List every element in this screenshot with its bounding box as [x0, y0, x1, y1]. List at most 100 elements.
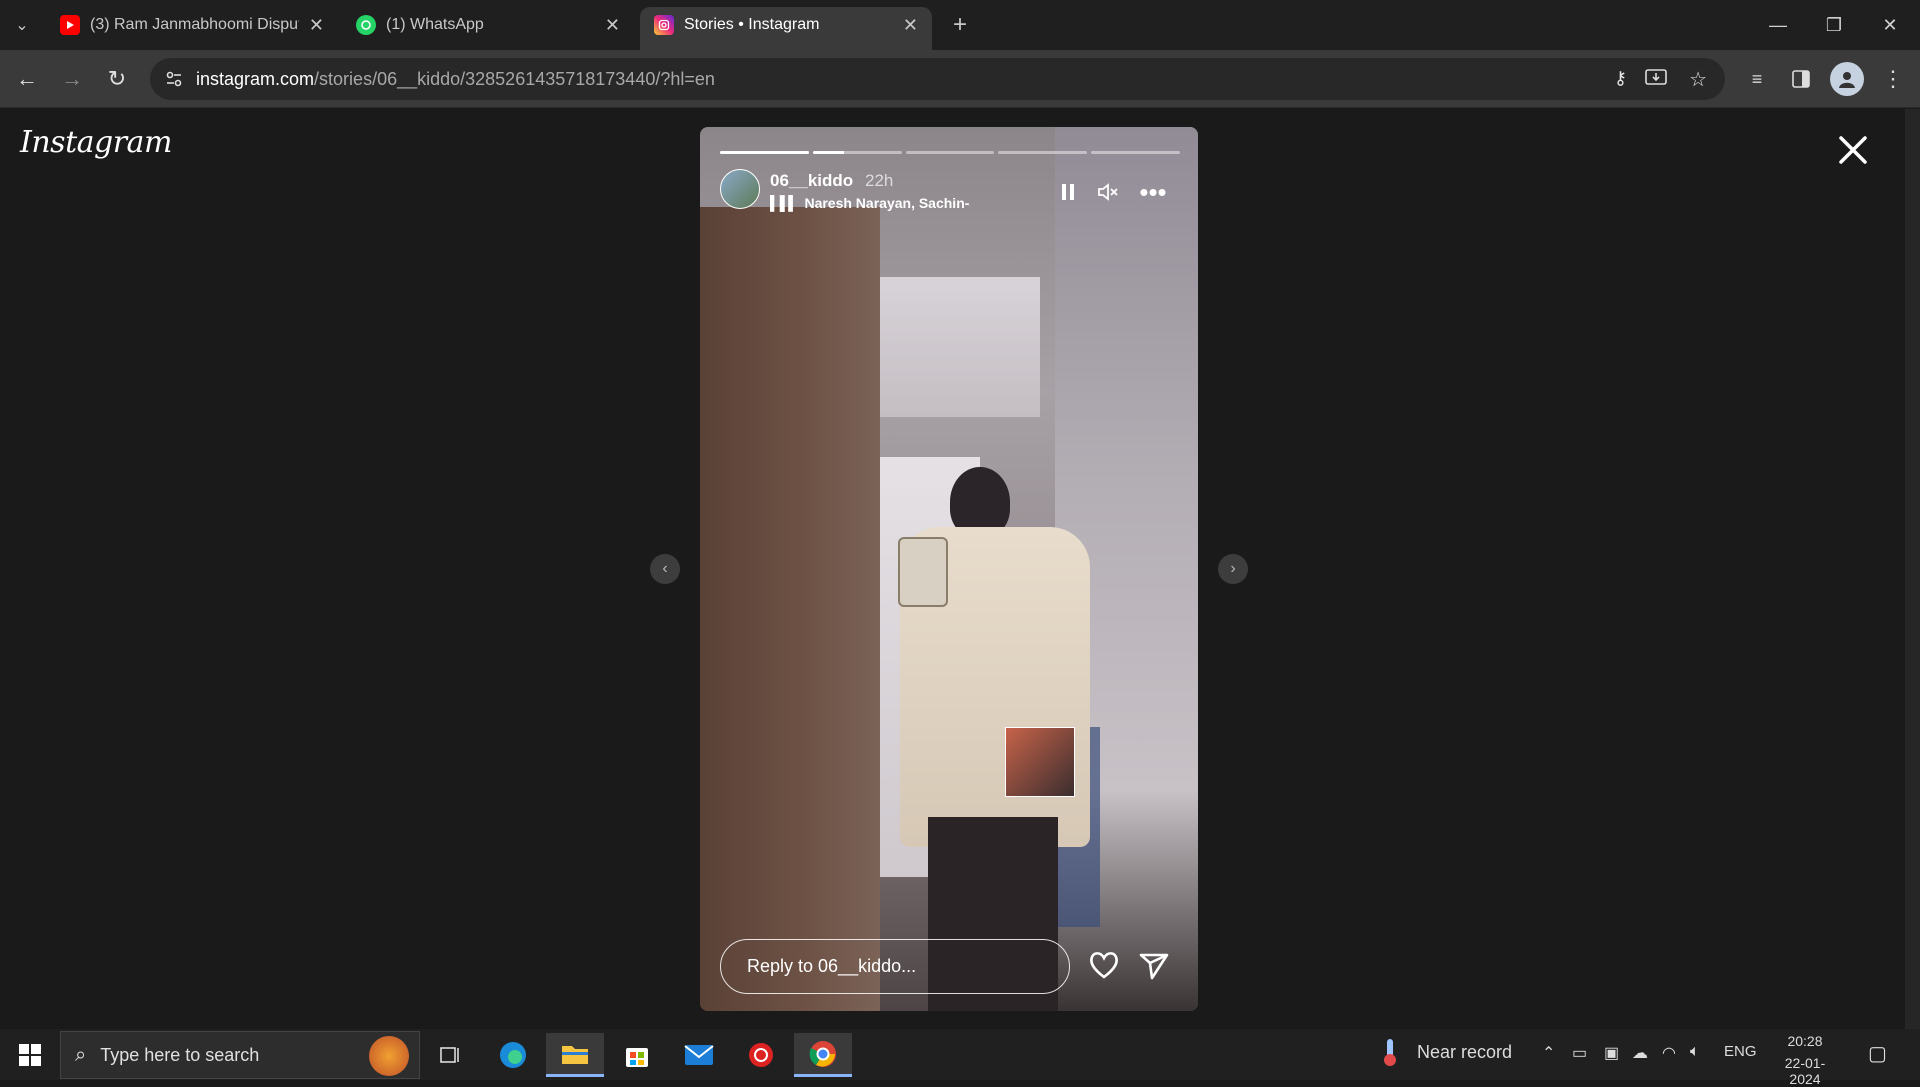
profile-avatar[interactable]: [1830, 62, 1864, 96]
story-time: 22h: [865, 171, 894, 190]
chevron-left-icon: ‹: [662, 560, 668, 577]
restore-button[interactable]: ❐: [1806, 0, 1862, 50]
story-image: [700, 127, 1198, 1011]
avatar[interactable]: [720, 169, 760, 209]
clock-time: 20:28: [1787, 1033, 1823, 1049]
search-highlight-icon: [369, 1036, 409, 1076]
folder-icon: [562, 1045, 588, 1064]
story-username[interactable]: 06__kiddo: [770, 171, 853, 191]
key-icon[interactable]: ⚷: [1614, 68, 1627, 89]
back-button[interactable]: ←: [10, 62, 44, 96]
reload-icon: ↻: [107, 66, 127, 91]
new-tab-button[interactable]: +: [940, 7, 980, 43]
tab-youtube[interactable]: (3) Ram Janmabhoomi Dispute: ✕: [46, 7, 338, 43]
story-progress-segment: [905, 151, 995, 154]
media-control-icon[interactable]: ≡: [1742, 64, 1772, 94]
taskbar-edge[interactable]: [484, 1033, 542, 1077]
like-heart-icon[interactable]: [1086, 947, 1122, 983]
chevron-up-icon[interactable]: ⌃: [1542, 1043, 1555, 1063]
story-music-info[interactable]: ▍▌▍ Naresh Narayan, Sachin-Jigar, Amitabh: [770, 195, 970, 212]
plus-icon: +: [953, 11, 968, 38]
taskbar-search[interactable]: ⌕ Type here to search: [60, 1031, 420, 1079]
chrome-icon: [809, 1040, 836, 1067]
more-options-icon: •••: [1139, 176, 1167, 207]
close-icon: ✕: [1882, 14, 1898, 35]
meet-now-icon[interactable]: ▣: [1604, 1043, 1619, 1063]
taskbar-file-explorer[interactable]: [546, 1033, 604, 1077]
story-progress-segment: [720, 151, 809, 154]
taskbar-chrome[interactable]: [794, 1033, 852, 1077]
search-icon: ⌕: [75, 1043, 87, 1066]
tab-instagram[interactable]: Stories • Instagram ✕: [640, 7, 932, 50]
wifi-icon[interactable]: ◠: [1662, 1043, 1676, 1063]
start-button[interactable]: [2, 1033, 58, 1077]
tab-whatsapp[interactable]: (1) WhatsApp ✕: [342, 7, 634, 43]
pause-button[interactable]: [1053, 177, 1083, 207]
windows-logo-icon: [19, 1044, 41, 1066]
task-view-button[interactable]: [422, 1033, 480, 1077]
tab-bar: ⌄ (3) Ram Janmabhoomi Dispute: ✕ (1) Wha…: [0, 0, 1920, 50]
tab-title: (1) WhatsApp: [386, 16, 484, 33]
mute-icon: [1098, 183, 1118, 201]
tab-search-button[interactable]: ⌄: [0, 7, 44, 43]
story-progress-segment: [998, 151, 1088, 154]
story-progress-fill: [720, 151, 809, 154]
battery-icon[interactable]: ▭: [1572, 1043, 1587, 1063]
language-indicator[interactable]: ENG: [1724, 1043, 1757, 1060]
search-placeholder: Type here to search: [100, 1044, 260, 1065]
taskbar-mail[interactable]: [670, 1033, 728, 1077]
instagram-logo[interactable]: Instagram: [20, 125, 172, 160]
reload-button[interactable]: ↻: [100, 62, 134, 96]
minimize-icon: —: [1769, 14, 1787, 35]
menu-kebab-icon[interactable]: ⋮: [1878, 64, 1908, 94]
install-app-icon[interactable]: [1645, 68, 1667, 93]
weather-text[interactable]: Near record: [1417, 1042, 1512, 1063]
reply-input[interactable]: Reply to 06__kiddo...: [720, 939, 1070, 994]
edge-icon: [500, 1042, 526, 1068]
weather-thermometer-icon[interactable]: [1380, 1037, 1400, 1072]
taskbar-store[interactable]: [608, 1033, 666, 1077]
volume-icon[interactable]: 🔈︎: [1690, 1043, 1700, 1061]
story-progress-segment: [1091, 151, 1180, 154]
close-tab-icon[interactable]: ✕: [903, 15, 918, 36]
chevron-right-icon: ›: [1230, 560, 1236, 577]
mute-button[interactable]: [1093, 177, 1123, 207]
story-progress-segment: [812, 151, 902, 154]
address-bar[interactable]: instagram.com/stories/06__kiddo/32852614…: [150, 58, 1725, 100]
site-settings-icon[interactable]: [164, 69, 184, 94]
previous-story-button[interactable]: ‹: [650, 554, 680, 584]
youtube-icon: [60, 15, 80, 35]
send-icon[interactable]: [1136, 947, 1172, 983]
shield-app-icon: [749, 1043, 773, 1067]
notifications-icon[interactable]: ▢: [1868, 1041, 1887, 1066]
taskbar-security-app[interactable]: [732, 1033, 790, 1077]
page-scrollbar[interactable]: [1905, 109, 1920, 1029]
bookmark-star-icon[interactable]: ☆: [1689, 67, 1707, 92]
story-viewer[interactable]: 06__kiddo 22h ▍▌▍ Naresh Narayan, Sachin-…: [700, 127, 1198, 1011]
tab-title: Stories • Instagram: [684, 16, 820, 33]
url-path: /stories/06__kiddo/3285261435718173440/?…: [314, 68, 715, 89]
more-options-button[interactable]: •••: [1138, 177, 1168, 207]
whatsapp-icon: [356, 15, 376, 35]
close-window-button[interactable]: ✕: [1862, 0, 1918, 50]
arrow-left-icon: ←: [16, 66, 38, 91]
store-icon: [626, 1048, 648, 1067]
pause-icon: [1062, 184, 1074, 200]
minimize-button[interactable]: —: [1750, 0, 1806, 50]
next-story-button[interactable]: ›: [1218, 554, 1248, 584]
close-icon[interactable]: [1836, 133, 1870, 167]
clock[interactable]: 20:28 22-01-2024: [1770, 1033, 1840, 1087]
music-bars-icon: ▍▌▍: [770, 195, 799, 211]
task-view-icon: [440, 1047, 459, 1063]
music-artists: Naresh Narayan, Sachin-Jigar, Amitabh: [804, 195, 970, 211]
browser-toolbar: ← → ↻ instagram.com/stories/06__kiddo/32…: [0, 50, 1920, 108]
side-panel-icon[interactable]: [1786, 64, 1816, 94]
mail-icon: [684, 1045, 714, 1065]
close-tab-icon[interactable]: ✕: [605, 15, 620, 36]
tab-title: (3) Ram Janmabhoomi Dispute:: [90, 16, 299, 33]
forward-button[interactable]: →: [55, 62, 89, 96]
url-host: instagram.com: [196, 68, 315, 89]
close-tab-icon[interactable]: ✕: [309, 15, 324, 36]
instagram-icon: [654, 15, 674, 35]
onedrive-icon[interactable]: ☁: [1632, 1043, 1648, 1063]
